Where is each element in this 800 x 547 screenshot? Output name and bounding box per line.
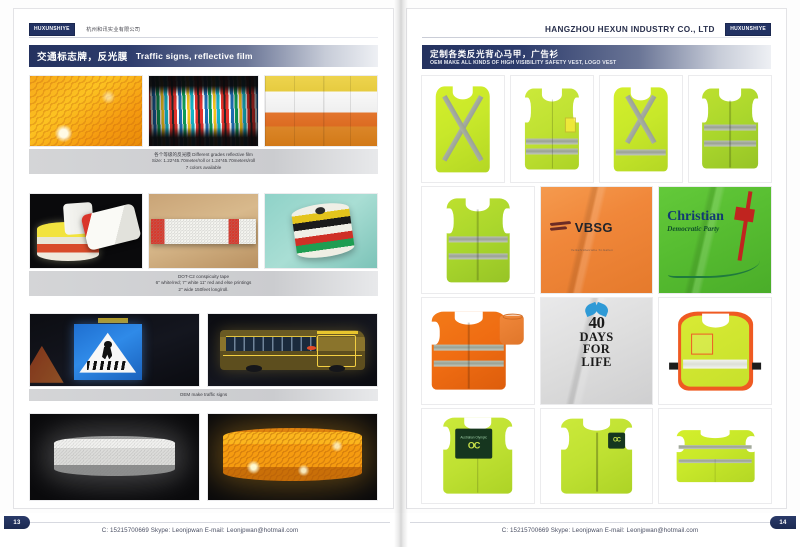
caption-line: OEM make traffic signs: [179, 392, 228, 397]
right-title-en: OEM MAKE ALL KINDS OF HIGH VISIBILITY SA…: [430, 59, 617, 66]
company-logo-icon: HUXUNSHIYE: [725, 23, 771, 37]
left-title-bar: 交通标志牌，反光膜 Traffic signs, reflective film: [29, 45, 378, 67]
vbsg-logo: VBSG: [549, 219, 646, 235]
caption-dot-c2-tape: DOT-C2 conspicuity tape 6" white/red; 7"…: [29, 271, 378, 297]
cell-vest-lime-small-patch: OC: [539, 408, 654, 504]
footer-divider: [10, 522, 390, 523]
patch-big-text: OC: [467, 440, 480, 451]
left-title-en: Traffic signs, reflective film: [135, 51, 253, 61]
cell-vest-green-two-band-front: [421, 186, 535, 294]
cell-vest-lime-logo-patch-front: Australian Olympic OC: [421, 408, 535, 504]
brand-divider: [422, 37, 771, 38]
fdl-line1: 40: [588, 312, 606, 332]
photo-school-bus-reflective-night: [207, 313, 378, 387]
cell-fabric-green-christian-democratic-party: Christian Democratic Party: [658, 186, 773, 294]
cdp-line1: Christian: [667, 209, 724, 225]
vest-row-3: 40 DAYS FOR LIFE: [421, 297, 773, 405]
right-page-content: HANGZHOU HEXUN INDUSTRY CO., LTD HUXUNSH…: [406, 8, 787, 509]
patch-big-text: OC: [612, 437, 621, 444]
left-row3-photos: [29, 313, 378, 387]
cell-vest-lime-x-back: [421, 75, 505, 183]
photo-orange-honeycomb-reflective-film: [29, 75, 143, 147]
footer-contact-right: C: 15215700669 Skype: Leonjpwan E-mail: …: [501, 527, 699, 534]
cell-vest-lime-x-back-2: [599, 75, 683, 183]
vest-row-4: Australian Olympic OC OC: [421, 408, 773, 504]
left-footer: 13 C: 15215700669 Skype: Leonjpwan E-mai…: [0, 513, 400, 547]
company-name-cn: 杭州和讯实业有限公司: [86, 27, 141, 34]
caption-oem-traffic-signs: OEM make traffic signs: [29, 389, 378, 402]
footer-contact-left: C: 15215700669 Skype: Leonjpwan E-mail: …: [101, 527, 299, 534]
photo-colored-reflective-strips: [147, 75, 260, 147]
left-row2-photos: [29, 193, 379, 269]
cdp-logo: Christian Democratic Party: [667, 209, 765, 234]
photo-multicolor-tape-roll: [264, 193, 379, 269]
catalog-spread: HUXUNSHIYE 杭州和讯实业有限公司 交通标志牌，反光膜 Traffic …: [0, 0, 800, 547]
photo-white-reflective-tape-roll: [29, 413, 200, 501]
company-logo-icon: HUXUNSHIYE: [29, 23, 75, 37]
right-brand-row: HANGZHOU HEXUN INDUSTRY CO., LTD HUXUNSH…: [422, 21, 771, 38]
left-row4-photos: [29, 413, 378, 501]
photo-reflective-sheeting-colors: [264, 75, 379, 147]
cell-vest-lime-front-zip: [510, 75, 594, 183]
photo-pedestrian-crossing-sign-night: [29, 313, 200, 387]
caption-reflective-film: 各个等级的反光膜 Different grades reflective fil…: [29, 149, 378, 175]
right-title-cn: 定制各类反光背心马甲，广告衫: [430, 48, 559, 59]
footer-divider: [410, 522, 790, 523]
photo-yellow-red-tape-rolls: [29, 193, 143, 269]
cell-vest-green-two-band: [688, 75, 772, 183]
left-page-content: HUXUNSHIYE 杭州和讯实业有限公司 交通标志牌，反光膜 Traffic …: [13, 8, 394, 509]
cell-vest-orange-with-pouch: [421, 297, 535, 405]
forty-days-logo: 40 DAYS FOR LIFE: [561, 312, 632, 369]
logo-patch-large: Australian Olympic OC: [455, 428, 492, 460]
right-title-bar: 定制各类反光背心马甲，广告衫 OEM MAKE ALL KINDS OF HIG…: [422, 45, 771, 69]
vbsg-logo-subtext: Verkehrsbetriebe St.Gallen: [570, 248, 613, 253]
cdp-line2: Democratic Party: [667, 225, 720, 234]
vbsg-logo-text: VBSG: [574, 219, 613, 235]
cell-fabric-white-40-days-for-life: 40 DAYS FOR LIFE: [539, 297, 654, 405]
left-page: HUXUNSHIYE 杭州和讯实业有限公司 交通标志牌，反光膜 Traffic …: [0, 0, 400, 547]
photo-red-white-conspicuity-tape: [147, 193, 260, 269]
company-name-en: HANGZHOU HEXUN INDUSTRY CO., LTD: [544, 25, 715, 35]
left-row1-photos: [29, 75, 379, 147]
left-title-cn: 交通标志牌，反光膜: [37, 52, 128, 63]
right-page: HANGZHOU HEXUN INDUSTRY CO., LTD HUXUNSH…: [400, 0, 800, 547]
vest-row-2: VBSG Verkehrsbetriebe St.Gallen Christia…: [421, 186, 773, 294]
vest-row-1: [421, 75, 772, 183]
right-footer: 14 C: 15215700669 Skype: Leonjpwan E-mai…: [400, 513, 800, 547]
cell-vest-lime-back-bands: [658, 408, 773, 504]
left-brand-row: HUXUNSHIYE 杭州和讯实业有限公司: [29, 21, 378, 38]
caption-line: 7 colors available: [185, 164, 222, 170]
photo-orange-reflective-tape-roll: [207, 413, 378, 501]
logo-patch-small: OC: [607, 432, 626, 449]
cell-tabard-lime-orange-trim: [658, 297, 773, 405]
brand-divider: [29, 37, 378, 38]
storage-pouch: [499, 313, 525, 345]
caption-line: 2" wide 150feet long/roll.: [178, 286, 229, 292]
fdl-line4: LIFE: [581, 354, 612, 369]
cell-fabric-orange-vbsg-logo: VBSG Verkehrsbetriebe St.Gallen: [539, 186, 654, 294]
vbsg-mark-icon: [549, 221, 571, 233]
